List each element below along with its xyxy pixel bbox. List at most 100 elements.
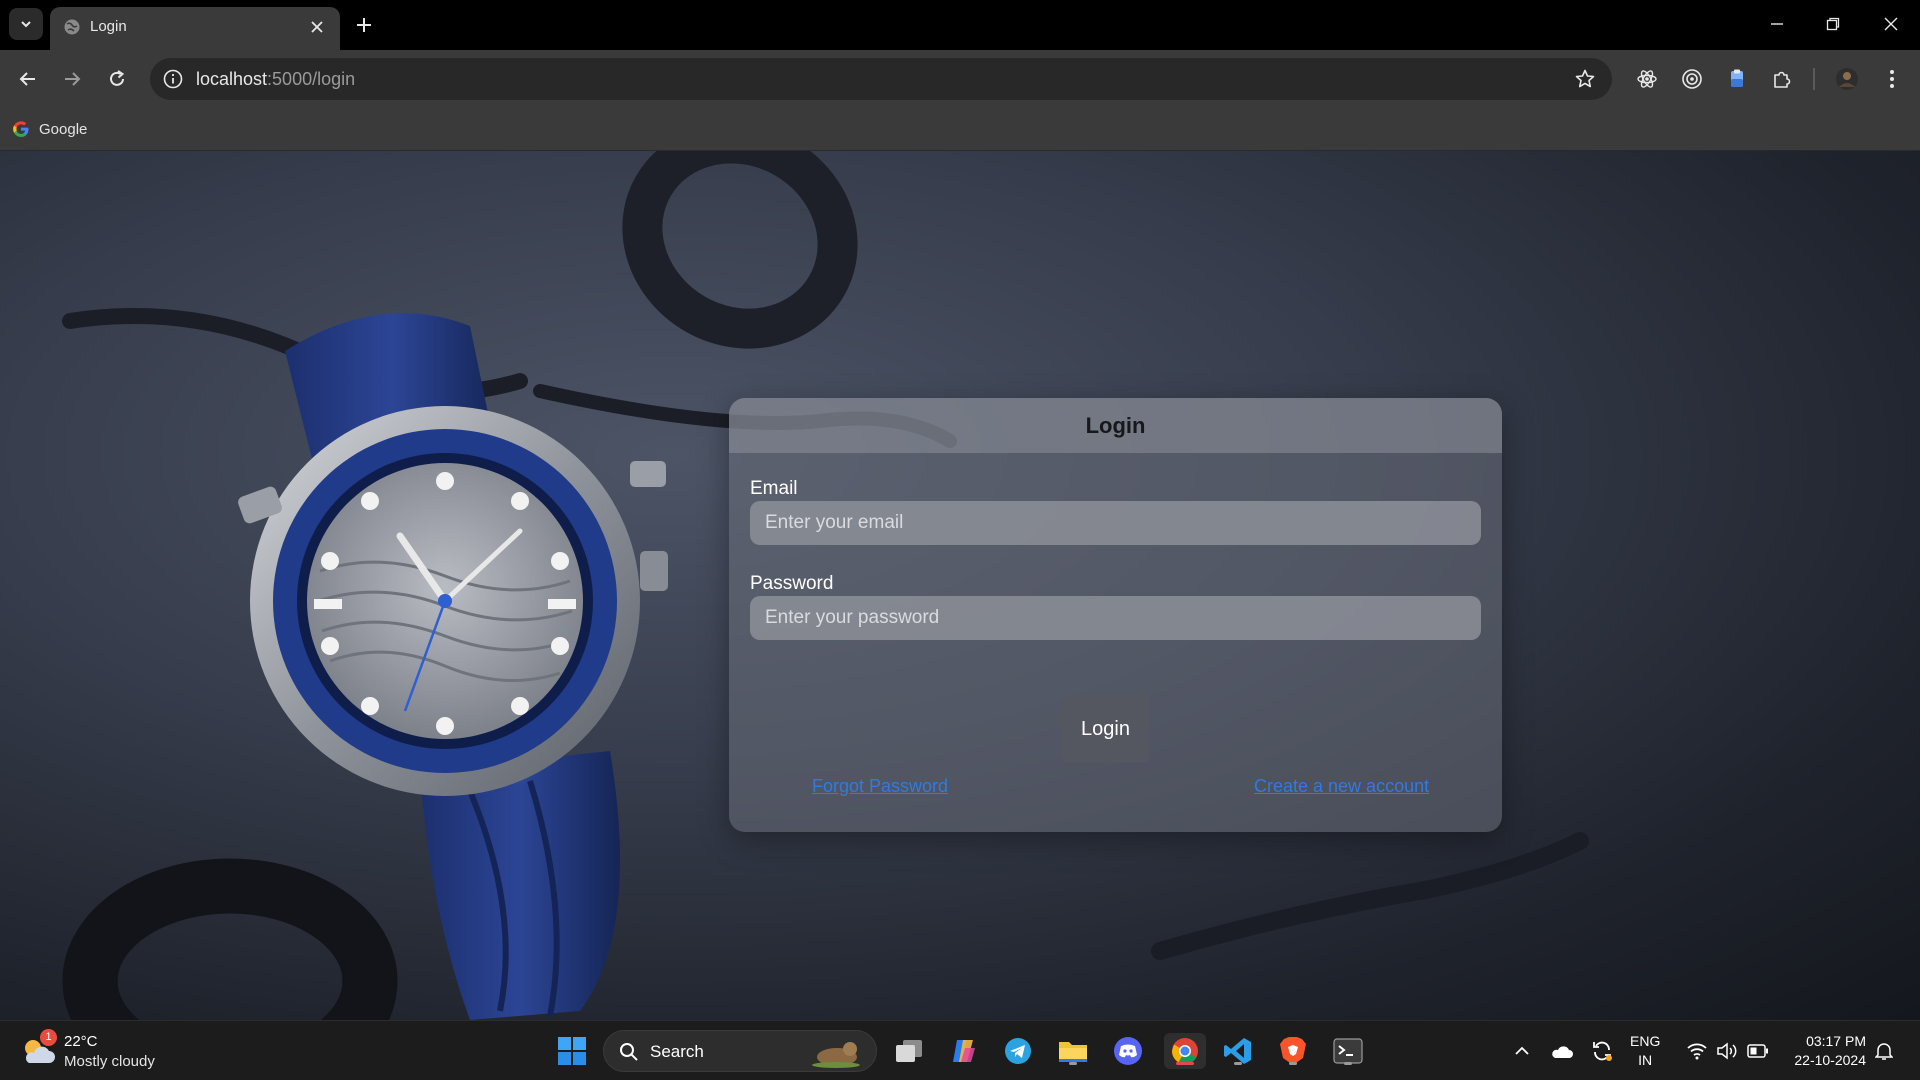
close-window-button[interactable] [1874,10,1908,38]
google-icon [13,121,29,137]
sync-icon [1593,1041,1612,1061]
bell-icon [1875,1043,1893,1060]
taskbar-terminal[interactable] [1330,1033,1366,1069]
taskbar-chrome[interactable] [1164,1033,1206,1069]
back-button[interactable] [13,64,43,94]
show-hidden-icons-button[interactable] [1508,1037,1536,1065]
forward-icon [65,72,81,86]
tab-title: Login [90,18,127,35]
taskbar-copilot[interactable] [946,1033,982,1069]
file-explorer-icon [1059,1042,1087,1062]
taskbar-task-view[interactable] [891,1033,927,1069]
notifications-button[interactable] [1870,1037,1898,1065]
search-label: Search [650,1042,704,1061]
battery-button[interactable] [1744,1037,1772,1065]
weather-description: Mostly cloudy [64,1053,155,1070]
windows-start-icon [558,1037,586,1065]
system-clock[interactable]: 03:17 PM 22-10-2024 [1794,1032,1866,1070]
bookmark-label: Google [39,120,88,138]
volume-button[interactable] [1713,1037,1741,1065]
close-icon [1884,17,1898,31]
password-label: Password [750,573,834,594]
password-input[interactable] [750,596,1481,640]
star-icon[interactable] [1574,68,1596,90]
login-card: Login Email Password Login Forgot Passwo… [729,398,1502,832]
browser-toolbar: localhost:5000/login [0,50,1920,108]
taskbar-file-explorer[interactable] [1055,1033,1091,1069]
weather-widget[interactable]: 1 22°C Mostly cloudy [20,1029,170,1073]
onedrive-button[interactable] [1548,1037,1576,1065]
tab-search-button[interactable] [9,8,43,40]
toolbar-separator [1813,68,1815,90]
reload-icon [110,70,125,86]
input-language[interactable]: ENG IN [1630,1032,1660,1070]
plus-icon [357,18,371,32]
menu-button[interactable] [1877,64,1907,94]
url-host: localhost [196,69,268,89]
task-view-icon [896,1040,922,1062]
search-highlight-icon [812,1042,860,1068]
react-devtools-extension[interactable] [1632,64,1662,94]
sync-button[interactable] [1588,1037,1616,1065]
reload-button[interactable] [102,64,132,94]
copilot-icon [953,1040,975,1062]
running-indicator [1344,1062,1352,1065]
terminal-icon [1333,1038,1363,1064]
taskbar-brave[interactable] [1275,1033,1311,1069]
weather-badge: 1 [40,1029,57,1046]
restore-icon [1826,17,1840,31]
language-region: IN [1638,1052,1653,1068]
weather-temperature: 22°C [64,1033,98,1050]
taskbar-telegram[interactable] [1000,1033,1036,1069]
forward-button[interactable] [57,64,87,94]
target-icon [1682,69,1702,89]
email-input[interactable] [750,501,1481,545]
minimize-icon [1771,23,1783,25]
profile-icon [1836,68,1858,90]
minimize-button[interactable] [1760,10,1794,38]
chevron-up-icon [1515,1046,1529,1055]
url-text[interactable]: localhost:5000/login [196,69,355,90]
puzzle-icon [1774,71,1791,88]
taskbar-discord[interactable] [1110,1033,1146,1069]
language-code: ENG [1630,1033,1661,1049]
windows-taskbar: 1 22°C Mostly cloudy Search ENG IN 03:17… [0,1020,1920,1080]
battery-icon [1747,1044,1768,1058]
taskbar-search[interactable]: Search [603,1030,877,1072]
profile-button[interactable] [1832,64,1862,94]
forgot-password-link[interactable]: Forgot Password [812,776,948,797]
cloud-icon [1552,1046,1573,1058]
url-path: :5000/login [267,69,356,89]
address-bar[interactable]: localhost:5000/login [150,58,1612,100]
volume-icon [1717,1042,1737,1060]
wifi-icon [1687,1043,1707,1060]
close-icon [311,21,323,33]
email-label: Email [750,478,798,499]
taskbar-vscode[interactable] [1220,1033,1256,1069]
restore-button[interactable] [1816,10,1850,38]
discord-icon [1114,1037,1142,1065]
react-devtools-icon [1637,70,1657,88]
running-indicator [1289,1062,1297,1065]
extensions-button[interactable] [1767,64,1797,94]
target-extension[interactable] [1677,64,1707,94]
tab-close-button[interactable] [306,16,328,38]
running-indicator [1234,1062,1242,1065]
back-icon [19,72,35,86]
bookmark-google[interactable]: Google [12,116,87,142]
tab-login[interactable]: Login [50,7,340,50]
create-account-link[interactable]: Create a new account [1254,776,1429,797]
clipboard-extension[interactable] [1722,64,1752,94]
new-tab-button[interactable] [350,11,378,39]
active-indicator [1176,1062,1194,1065]
bookmarks-bar: Google [0,108,1920,151]
more-icon [1890,70,1894,88]
info-icon[interactable] [162,68,184,90]
title-bar: Login [0,0,1920,50]
globe-icon [64,19,80,35]
start-button[interactable] [554,1033,590,1069]
clipboard-icon [1731,69,1743,87]
telegram-icon [1005,1038,1031,1064]
login-button[interactable]: Login [1062,695,1149,763]
network-button[interactable] [1683,1037,1711,1065]
